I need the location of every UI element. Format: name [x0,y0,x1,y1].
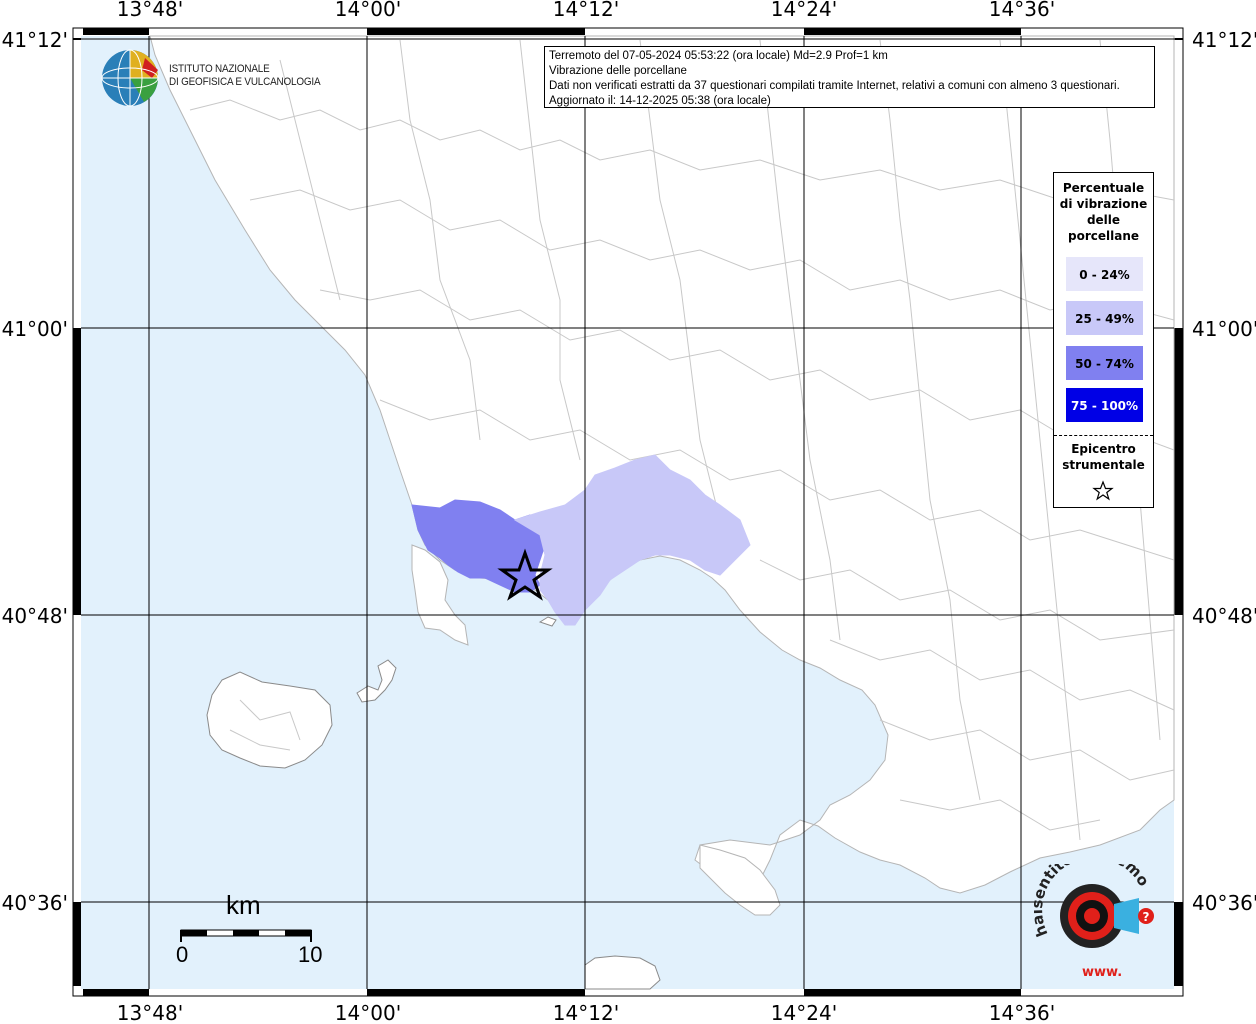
event-info-line-2: Vibrazione delle porcellane [549,65,687,77]
svg-text:?: ? [1143,910,1150,924]
event-info-line-3: Dati non verificati estratti da 37 quest… [549,80,1120,92]
lon-label-bottom-4: 14°24' [771,1001,837,1024]
lat-label-left-4: 40°36' [2,891,68,915]
lat-label-left-1: 41°12' [2,28,68,52]
legend-epicenter-label: Epicentro strumentale [1054,441,1153,473]
legend-class-50-74: 50 - 74% [1065,345,1144,381]
legend-title-line-4: porcellane [1067,229,1139,243]
legend-star-icon [1092,480,1114,501]
haisentito-logo-icon: ? haisentitoilterremoto.it www. [1028,844,1154,980]
lon-label-bottom-5: 14°36' [989,1001,1055,1024]
event-info-line-1: Terremoto del 07-05-2024 05:53:22 (ora l… [549,50,888,62]
ingv-line-2: DI GEOFISICA E VULCANOLOGIA [169,76,321,88]
scale-max: 10 [298,942,323,967]
event-info-line-4: Aggiornato il: 14-12-2025 05:38 (ora loc… [549,95,771,107]
lat-label-right-1: 41°12' [1192,28,1256,52]
scale-unit: km [226,890,261,920]
lon-label-bottom-2: 14°00' [335,1001,401,1024]
scale-min: 0 [176,942,189,967]
legend: Percentuale di vibrazione delle porcella… [1053,172,1154,508]
lat-label-left-3: 40°48' [2,604,68,628]
ingv-line-1: ISTITUTO NAZIONALE [169,63,270,75]
legend-title-line-3: delle [1086,213,1121,227]
haisentito-www: www. [1082,965,1122,980]
haisentito-logo: ? haisentitoilterremoto.it www. [1028,844,1164,984]
lat-label-right-2: 41°00' [1192,317,1256,341]
lon-label-top-2: 14°00' [335,0,401,21]
lat-label-left-2: 41°00' [2,317,68,341]
legend-class-75-100: 75 - 100% [1065,387,1144,423]
scale-bar: km 0 10 [176,890,326,970]
lon-label-top-5: 14°36' [989,0,1055,21]
lon-label-top-1: 13°48' [117,0,183,21]
lon-label-top-4: 14°24' [771,0,837,21]
legend-epicenter-line-1: Epicentro [1071,442,1136,456]
legend-epicenter-line-2: strumentale [1062,458,1145,472]
legend-class-25-49: 25 - 49% [1065,300,1144,336]
legend-separator [1054,435,1153,436]
legend-class-0-24: 0 - 24% [1065,256,1144,292]
lat-label-right-3: 40°48' [1192,604,1256,628]
lon-label-bottom-1: 13°48' [117,1001,183,1024]
legend-title-line-2: di vibrazione [1059,197,1148,211]
legend-title: Percentuale di vibrazione delle porcella… [1054,180,1153,244]
legend-title-line-1: Percentuale [1062,181,1145,195]
lon-label-top-3: 14°12' [553,0,619,21]
lat-label-right-4: 40°36' [1192,891,1256,915]
event-info-box: Terremoto del 07-05-2024 05:53:22 (ora l… [544,46,1155,108]
ingv-logo-text: ISTITUTO NAZIONALE DI GEOFISICA E VULCAN… [169,63,321,89]
ingv-globe-icon [101,49,159,107]
lon-label-bottom-3: 14°12' [553,1001,619,1024]
